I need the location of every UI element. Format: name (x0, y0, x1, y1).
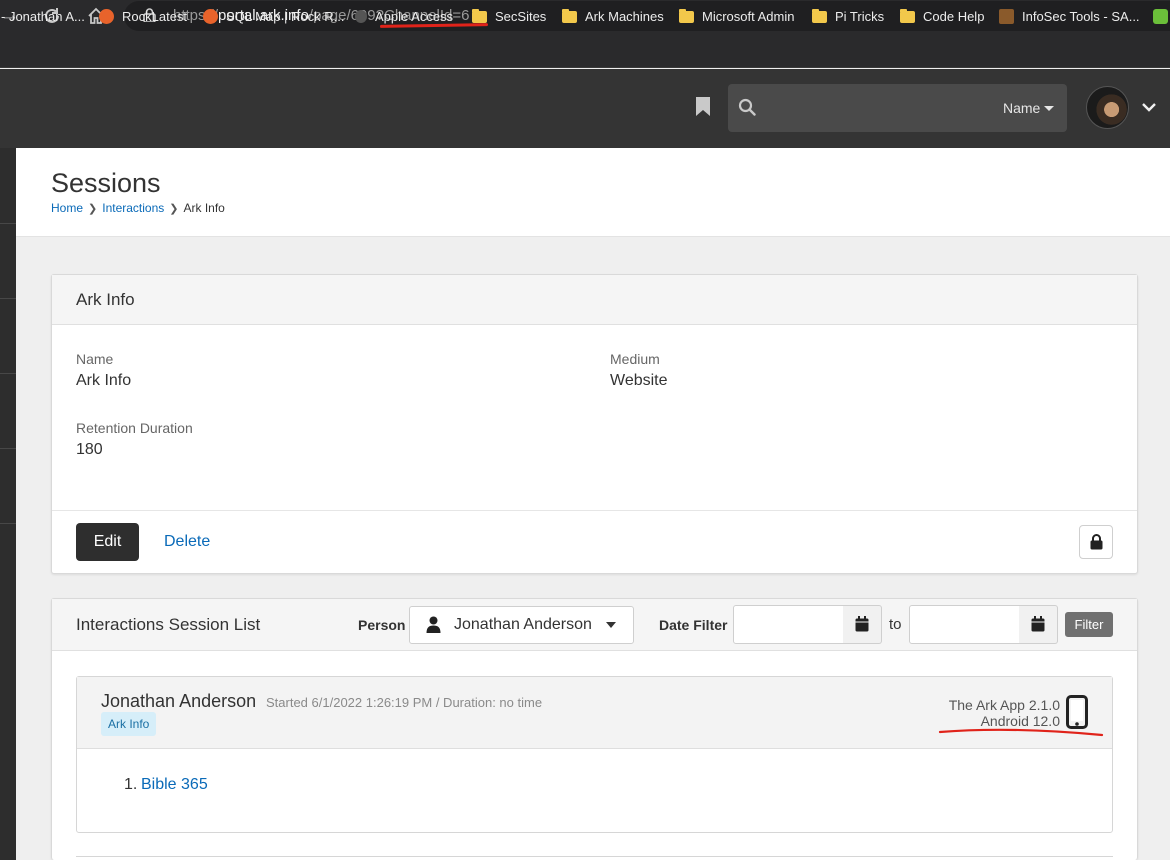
folder-icon (679, 8, 694, 23)
date-from-input[interactable] (733, 605, 844, 644)
infosec-icon (999, 9, 1014, 24)
search-filter-select[interactable]: Name (1003, 100, 1040, 116)
name-label: Name (76, 351, 114, 367)
bookmark-folder[interactable]: SecSites (472, 8, 547, 24)
session-meta: Started 6/1/2022 1:26:19 PM / Duration: … (266, 695, 543, 710)
bookmark-folder[interactable]: Code Help (900, 8, 985, 24)
bookmark-item[interactable]: SQL Map | Rock R... (203, 9, 345, 24)
bookmarks-bar (0, 33, 1170, 68)
bookmark-folder[interactable]: Pi Tricks (812, 8, 885, 24)
folder-icon (562, 8, 577, 23)
panel-header (52, 275, 1137, 325)
bookmark-folder[interactable]: Microsoft Admin (679, 8, 795, 24)
chevron-right-icon: ❯ (88, 202, 98, 215)
person-filter-label: Person (358, 617, 406, 633)
interaction-link[interactable]: Bible 365 (141, 776, 208, 794)
bookmark-label: - Jonathan A... (1, 9, 85, 24)
next-session-card (76, 856, 1113, 860)
filter-button[interactable]: Filter (1065, 612, 1113, 637)
name-value: Ark Info (76, 372, 132, 389)
delete-button[interactable]: Delete (164, 533, 210, 551)
page-header (16, 148, 1170, 237)
retention-label: Retention Duration (76, 420, 193, 436)
calendar-icon (855, 616, 869, 637)
security-button[interactable] (1079, 525, 1113, 559)
date-from-picker-button[interactable] (843, 605, 882, 644)
session-person-name: Jonathan Anderson (101, 691, 257, 711)
bookmark-label: SQL Map | Rock R... (226, 9, 345, 24)
breadcrumb-interactions[interactable]: Interactions (102, 201, 164, 215)
chevron-right-icon: ❯ (169, 202, 179, 215)
folder-icon (472, 8, 487, 23)
bookmark-label: Pi Tricks (835, 9, 885, 24)
bookmark-label: Microsoft Admin (702, 9, 795, 24)
bookmark-item[interactable]: Apple Access (355, 9, 453, 24)
page-title: Sessions (51, 168, 161, 198)
date-filter-label: Date Filter (659, 617, 728, 633)
caret-down-icon (606, 622, 616, 628)
rock-icon (203, 9, 218, 24)
folder-icon (900, 8, 915, 23)
medium-value: Website (610, 372, 668, 389)
retention-value: 180 (76, 441, 103, 458)
bookmark-label: Code Help (923, 9, 985, 24)
bookmark-item[interactable] (1153, 9, 1170, 24)
list-icon (1153, 9, 1168, 24)
device-app-version: The Ark App 2.1.0 (948, 697, 1060, 713)
bookmark-label: InfoSec Tools - SA... (1022, 9, 1140, 24)
rock-icon (99, 9, 114, 24)
caret-down-icon (1044, 106, 1054, 111)
divider (52, 510, 1137, 511)
left-nav-rail (0, 148, 16, 860)
bookmark-label: Apple Access (375, 9, 454, 24)
breadcrumb-current: Ark Info (183, 201, 225, 215)
apple-icon (355, 10, 367, 23)
panel-title: Ark Info (76, 290, 135, 309)
date-range-to-label: to (889, 616, 902, 633)
bookmark-label: RockLatest (122, 9, 188, 24)
channel-detail-panel (51, 274, 1138, 574)
channel-badge: Ark Info (101, 712, 157, 736)
bookmark-label: SecSites (495, 9, 547, 24)
folder-icon (812, 8, 827, 23)
list-item-number: 1. (124, 776, 138, 793)
bookmark-item[interactable]: InfoSec Tools - SA... (999, 9, 1140, 24)
edit-button[interactable]: Edit (76, 523, 139, 561)
person-picker-value: Jonathan Anderson (454, 616, 592, 633)
medium-label: Medium (610, 351, 660, 367)
breadcrumb-home[interactable]: Home (51, 201, 83, 215)
date-to-input[interactable] (909, 605, 1020, 644)
bookmark-item[interactable]: RockLatest (99, 9, 187, 24)
bookmark-folder[interactable]: Ark Machines (562, 8, 664, 24)
calendar-icon (1031, 616, 1045, 637)
breadcrumb: Home ❯ Interactions ❯ Ark Info (51, 201, 225, 215)
session-list-title: Interactions Session List (76, 615, 261, 634)
avatar[interactable] (1086, 86, 1129, 129)
annotation-underline-device (938, 724, 1104, 740)
person-icon (426, 616, 441, 638)
lock-icon (1090, 534, 1103, 555)
bookmark-icon[interactable] (695, 96, 711, 122)
bookmark-label: Ark Machines (585, 9, 664, 24)
chevron-down-icon[interactable] (1141, 100, 1157, 119)
date-to-picker-button[interactable] (1019, 605, 1058, 644)
bookmark-item[interactable]: - Jonathan A... (1, 9, 85, 24)
search-icon (738, 98, 756, 121)
